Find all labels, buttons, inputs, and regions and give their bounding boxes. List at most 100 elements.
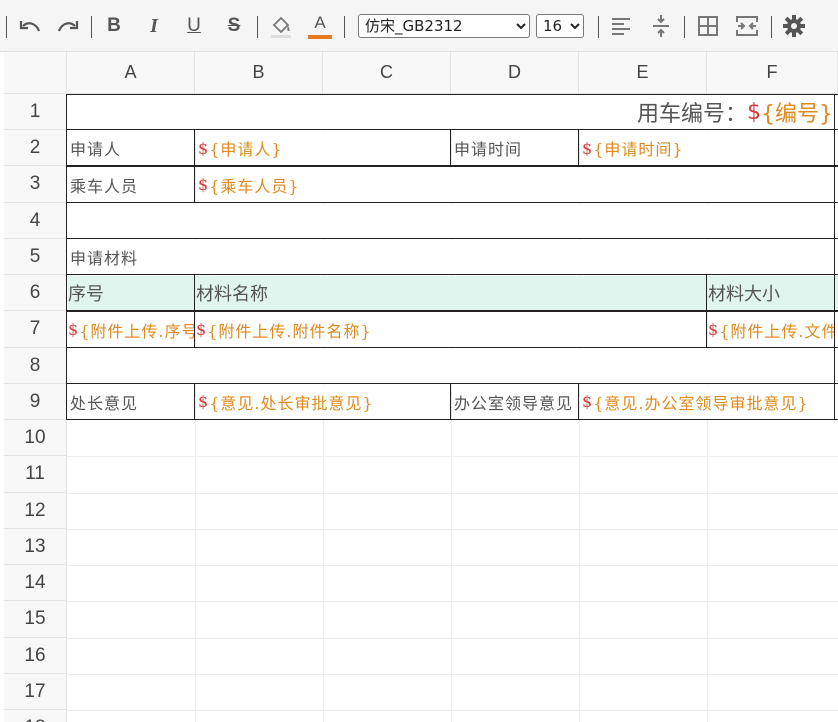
- redo-icon: [57, 21, 79, 32]
- cell-b7[interactable]: $ {附件上传.附件名称}: [195, 312, 706, 347]
- select-all-corner[interactable]: [4, 52, 67, 94]
- vertical-align-button[interactable]: [646, 10, 676, 42]
- row-header-9[interactable]: 9: [4, 384, 67, 420]
- row-header-10[interactable]: 10: [4, 420, 67, 456]
- cell-label: 申请材料: [70, 248, 139, 268]
- cell-f6[interactable]: 材料大小: [707, 275, 834, 310]
- toolbar-separator: [257, 16, 258, 38]
- row-header-6[interactable]: 6: [4, 275, 67, 311]
- row-header-2[interactable]: 2: [4, 130, 67, 166]
- cell-a5[interactable]: 申请材料: [67, 239, 834, 274]
- template-variable: {编号}: [761, 102, 833, 127]
- grid-line: [67, 638, 838, 639]
- cell-a6[interactable]: 序号: [67, 275, 194, 310]
- vertical-align-middle-icon: [653, 15, 669, 37]
- align-button[interactable]: [606, 10, 636, 42]
- toolbar-separator: [6, 16, 7, 38]
- merge-cells-button[interactable]: [732, 10, 762, 42]
- title-label: 用车编号：: [636, 102, 747, 127]
- underline-icon: U: [187, 15, 201, 36]
- column-header-f[interactable]: F: [707, 52, 838, 94]
- template-variable: {附件上传.序号}: [79, 321, 194, 341]
- cell-label: 办公室领导意见: [454, 393, 574, 413]
- fill-color-button[interactable]: [266, 10, 296, 42]
- strikethrough-button[interactable]: S: [220, 10, 248, 42]
- row-header-14[interactable]: 14: [4, 565, 67, 601]
- cell-d9[interactable]: 办公室领导意见: [451, 384, 578, 419]
- row-header-1[interactable]: 1: [4, 94, 67, 130]
- grid-line: [67, 565, 838, 566]
- cell-a3[interactable]: 乘车人员: [67, 167, 194, 202]
- settings-button[interactable]: [779, 10, 809, 42]
- template-dollar: $: [198, 175, 210, 194]
- row-header-13[interactable]: 13: [4, 529, 67, 565]
- paint-bucket-icon: [271, 16, 291, 38]
- cell-a4[interactable]: [67, 203, 834, 238]
- template-variable: {乘车人员}: [209, 176, 300, 196]
- toolbar-separator: [684, 16, 685, 38]
- spreadsheet-grid[interactable]: A B C D E F 1 2 3 4 5 6 7 8 9 10 11 12 1…: [4, 52, 838, 722]
- column-header-c[interactable]: C: [323, 52, 451, 94]
- cell-e2[interactable]: $ {申请时间}: [579, 130, 834, 166]
- cell-title-a1[interactable]: 用车编号： $ {编号}: [67, 95, 835, 129]
- row-header-8[interactable]: 8: [4, 348, 67, 384]
- template-variable: {附件上传.附件名称}: [207, 321, 372, 341]
- font-color-button[interactable]: A: [304, 10, 336, 42]
- cell-e9[interactable]: $ {意见.办公室领导审批意见}: [579, 384, 834, 419]
- row-header-15[interactable]: 15: [4, 601, 67, 638]
- grid-line: [67, 601, 838, 602]
- italic-button[interactable]: I: [140, 10, 168, 42]
- italic-icon: I: [150, 14, 158, 37]
- cell-a9[interactable]: 处长意见: [67, 384, 194, 419]
- row-header-16[interactable]: 16: [4, 638, 67, 674]
- toolbar-separator: [344, 16, 345, 38]
- cell-a7[interactable]: ${附件上传.序号}: [67, 312, 194, 347]
- cell-b3[interactable]: $ {乘车人员}: [195, 167, 834, 202]
- cell-d2[interactable]: 申请时间: [451, 130, 578, 166]
- cell-a8[interactable]: [67, 348, 834, 383]
- row-header-11[interactable]: 11: [4, 456, 67, 493]
- template-dollar: $: [708, 320, 720, 339]
- column-header-a[interactable]: A: [67, 52, 195, 94]
- border-all-icon: [698, 16, 718, 36]
- template-variable: {申请人}: [209, 140, 283, 159]
- undo-button[interactable]: [14, 10, 46, 42]
- cell-label: 申请时间: [454, 140, 523, 159]
- bold-button[interactable]: B: [100, 10, 128, 42]
- column-header-b[interactable]: B: [195, 52, 323, 94]
- row-header-12[interactable]: 12: [4, 493, 67, 529]
- column-title: 材料名称: [196, 283, 268, 305]
- underline-button[interactable]: U: [180, 10, 208, 42]
- row-header-17[interactable]: 17: [4, 674, 67, 710]
- cell-b6[interactable]: 材料名称: [195, 275, 706, 310]
- cell-border: [834, 94, 835, 420]
- template-dollar: $: [747, 99, 761, 125]
- cell-f7[interactable]: ${附件上传.文件大小}: [707, 312, 834, 347]
- redo-button[interactable]: [52, 10, 84, 42]
- column-header-e[interactable]: E: [579, 52, 707, 94]
- grid-line: [67, 674, 838, 675]
- grid-line: [67, 529, 838, 530]
- cell-label: 申请人: [70, 140, 122, 159]
- cell-border: [67, 419, 838, 420]
- cell-b9[interactable]: $ {意见.处长审批意见}: [195, 384, 450, 419]
- row-header-4[interactable]: 4: [4, 203, 67, 239]
- strikethrough-icon: S: [227, 15, 241, 36]
- font-size-select[interactable]: 16: [536, 14, 584, 38]
- cell-b2[interactable]: $ {申请人}: [195, 130, 450, 166]
- template-dollar: $: [198, 138, 210, 158]
- cell-a2[interactable]: 申请人: [67, 130, 194, 166]
- template-dollar: $: [198, 392, 210, 411]
- row-header-3[interactable]: 3: [4, 166, 67, 203]
- borders-button[interactable]: [693, 10, 723, 42]
- row-header-5[interactable]: 5: [4, 239, 67, 275]
- template-variable: {意见.办公室领导审批意见}: [593, 393, 809, 413]
- align-left-icon: [612, 18, 630, 35]
- font-color-swatch: [308, 34, 332, 39]
- row-header-18[interactable]: 18: [4, 710, 67, 722]
- row-header-7[interactable]: 7: [4, 311, 67, 348]
- gear-icon: [783, 15, 805, 37]
- grid-line: [67, 710, 838, 711]
- font-family-select[interactable]: 仿宋_GB2312: [358, 14, 530, 38]
- column-header-d[interactable]: D: [451, 52, 579, 94]
